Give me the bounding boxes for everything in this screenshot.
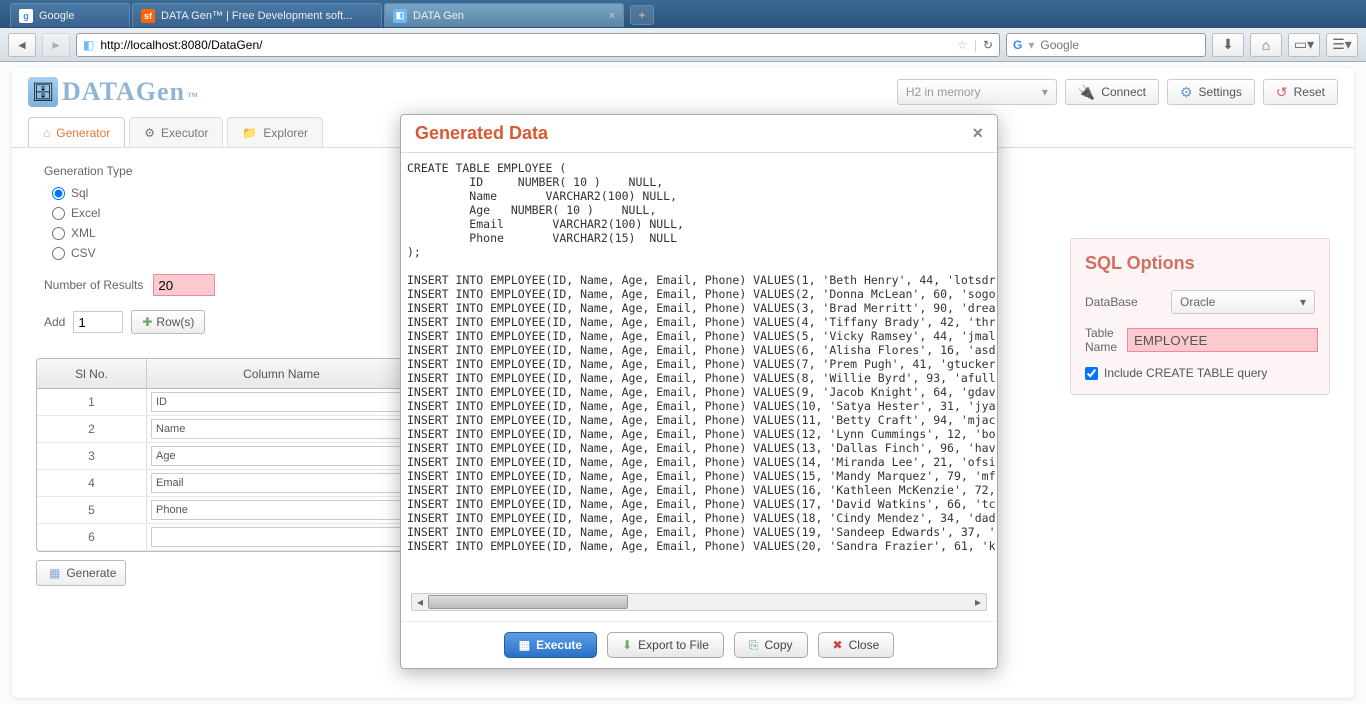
bookmarks-button[interactable]: ▭▾ (1288, 33, 1320, 57)
site-favicon-icon: ◧ (83, 38, 94, 52)
menu-button[interactable]: ☰▾ (1326, 33, 1358, 57)
copy-button[interactable]: ⎘Copy (734, 632, 808, 658)
horizontal-scrollbar[interactable]: ◂ ▸ (411, 593, 987, 611)
browser-tab-strip: g Google sf DATA Gen™ | Free Development… (0, 0, 1366, 28)
browser-tab-sourceforge[interactable]: sf DATA Gen™ | Free Development soft... (132, 3, 382, 27)
modal-close-button[interactable]: × (972, 123, 983, 144)
execute-icon: ▦ (519, 638, 530, 652)
generated-sql-output[interactable]: CREATE TABLE EMPLOYEE ( ID NUMBER( 10 ) … (403, 159, 995, 589)
scroll-thumb[interactable] (428, 595, 628, 609)
modal-title: Generated Data (415, 123, 548, 144)
export-button[interactable]: ⬇Export to File (607, 632, 724, 658)
favicon-datagen: ◧ (393, 9, 407, 23)
google-icon: G (1013, 38, 1022, 52)
reload-icon[interactable]: ↻ (983, 38, 993, 52)
download-button[interactable]: ⬇ (1212, 33, 1244, 57)
home-button[interactable]: ⌂ (1250, 33, 1282, 57)
scroll-left-icon[interactable]: ◂ (412, 594, 428, 610)
close-icon: ✖ (833, 638, 843, 652)
close-button[interactable]: ✖Close (818, 632, 895, 658)
copy-icon: ⎘ (749, 638, 759, 653)
execute-button[interactable]: ▦Execute (504, 632, 597, 658)
url-input[interactable] (100, 38, 951, 52)
browser-tab-datagen[interactable]: ◧ DATA Gen × (384, 3, 624, 27)
export-icon: ⬇ (622, 638, 632, 652)
url-bar: ◄ ► ◧ ☆ | ↻ G ▾ ⬇ ⌂ ▭▾ ☰▾ (0, 28, 1366, 62)
tab-label: Google (39, 10, 74, 22)
app-viewport: 🗄 DATAGen™ H2 in memory ▾ 🔌Connect ⚙Sett… (0, 62, 1366, 704)
browser-search: G ▾ (1006, 33, 1206, 57)
favicon-sf: sf (141, 9, 155, 23)
nav-back-button[interactable]: ◄ (8, 33, 36, 57)
url-input-wrap: ◧ ☆ | ↻ (76, 33, 1000, 57)
bookmark-star-icon[interactable]: ☆ (957, 38, 968, 52)
modal-backdrop: Generated Data × CREATE TABLE EMPLOYEE (… (12, 68, 1354, 698)
tab-close-icon[interactable]: × (609, 10, 615, 22)
search-input[interactable] (1040, 38, 1199, 52)
scroll-right-icon[interactable]: ▸ (970, 594, 986, 610)
tab-label: DATA Gen (413, 10, 464, 22)
new-tab-button[interactable]: + (630, 5, 654, 25)
tab-label: DATA Gen™ | Free Development soft... (161, 10, 352, 22)
nav-forward-button[interactable]: ► (42, 33, 70, 57)
generated-data-modal: Generated Data × CREATE TABLE EMPLOYEE (… (400, 114, 998, 669)
favicon-google: g (19, 9, 33, 23)
browser-tab-google[interactable]: g Google (10, 3, 130, 27)
